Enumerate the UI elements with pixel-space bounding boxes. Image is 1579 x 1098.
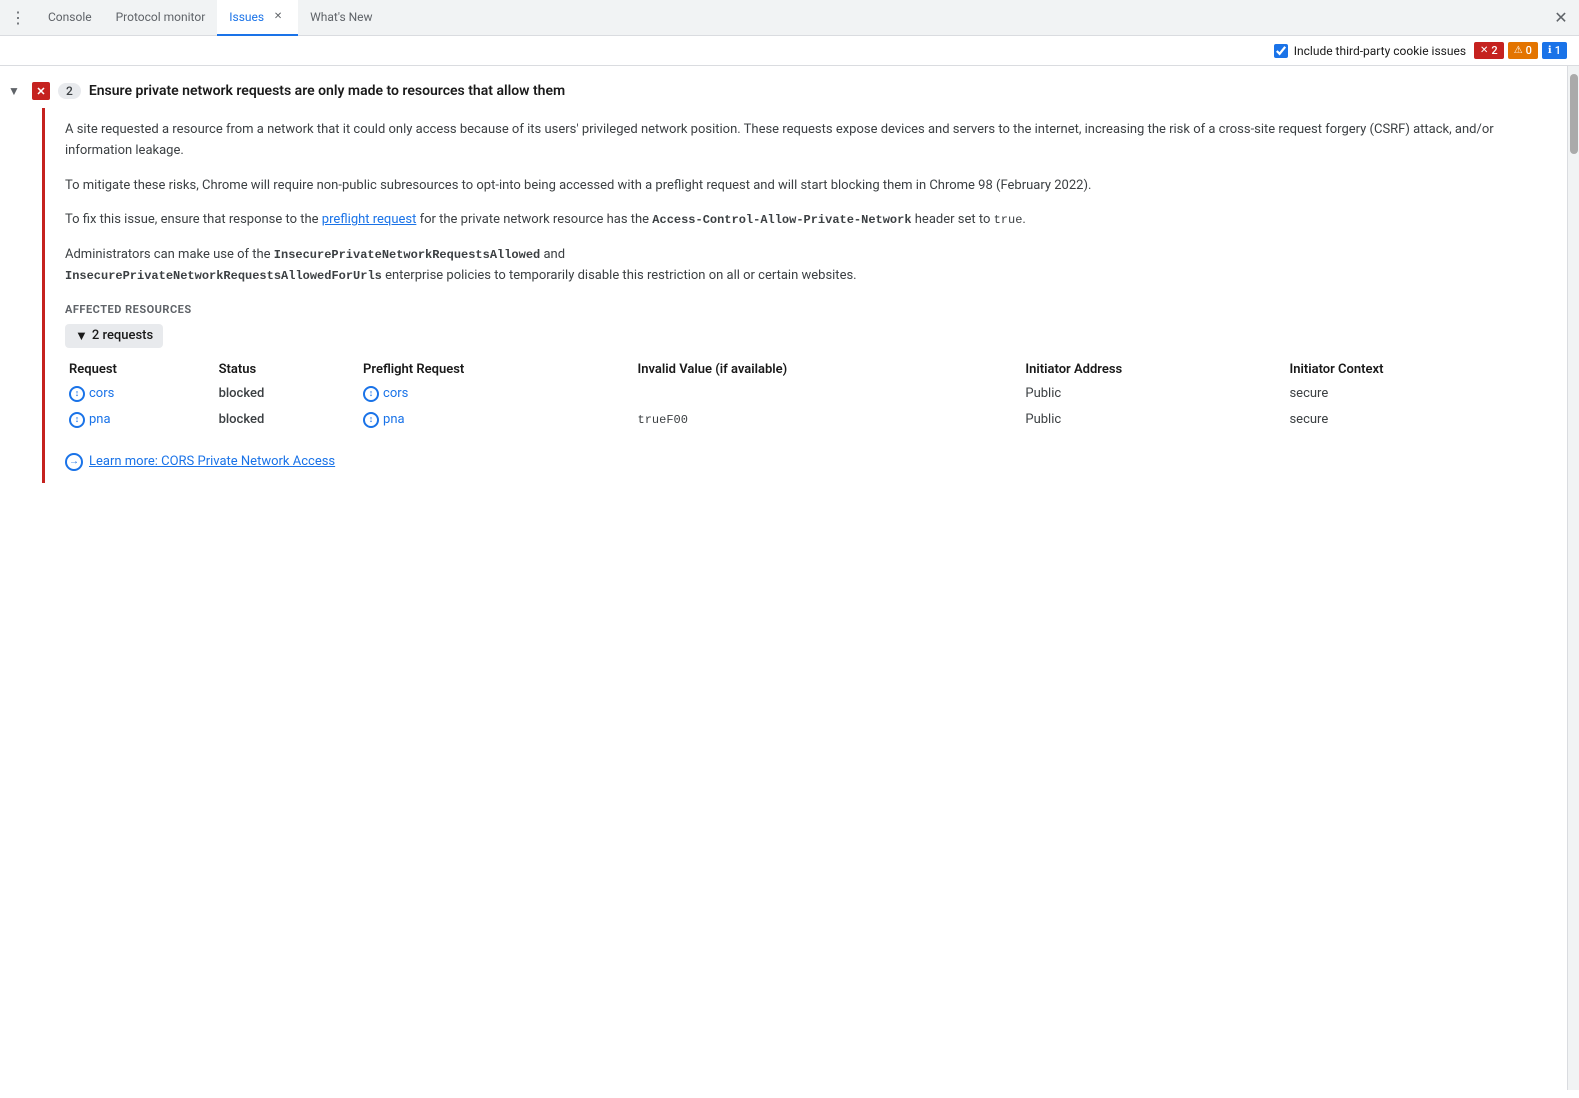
affected-resources-title: AFFECTED RESOURCES	[65, 303, 1543, 316]
warning-badge-icon: ⚠	[1514, 45, 1523, 56]
main-content: ▼ ✕ 2 Ensure private network requests ar…	[0, 66, 1579, 1090]
insecure-policy-code2: InsecurePrivateNetworkRequestsAllowedFor…	[65, 269, 382, 283]
request-pna-icon: ↕	[69, 412, 85, 428]
description-4-mid: and	[540, 247, 565, 262]
description-3-dot: .	[1022, 212, 1025, 227]
col-header-invalid-value: Invalid Value (if available)	[634, 358, 1022, 381]
error-badge-icon: ✕	[1480, 45, 1488, 56]
tab-issues-close[interactable]: ✕	[270, 9, 286, 25]
affected-resources: AFFECTED RESOURCES ▼ 2 requests Request …	[65, 303, 1543, 433]
col-header-preflight: Preflight Request	[359, 358, 633, 381]
status-pna: blocked	[215, 407, 359, 433]
info-badge-count: 1	[1555, 44, 1561, 57]
issue-description: A site requested a resource from a netwo…	[65, 120, 1543, 287]
third-party-cookie-checkbox[interactable]	[1274, 44, 1288, 58]
description-3-post: for the private network resource has the	[416, 212, 652, 227]
preflight-cors-link[interactable]: ↕ cors	[363, 386, 621, 402]
request-pna-link[interactable]: ↕ pna	[69, 412, 203, 428]
learn-more-arrow-icon: →	[65, 453, 83, 471]
requests-toggle-label: 2 requests	[92, 328, 153, 343]
description-2: To mitigate these risks, Chrome will req…	[65, 178, 1091, 193]
initiator-context-cors: secure	[1285, 381, 1543, 407]
issue-error-icon: ✕	[32, 82, 50, 100]
table-row: ↕ pna blocked ↕ pna	[65, 407, 1543, 433]
preflight-pna-label: pna	[383, 412, 405, 427]
tab-bar: ⋮ Console Protocol monitor Issues ✕ What…	[0, 0, 1579, 36]
access-control-code: Access-Control-Allow-Private-Network	[652, 213, 911, 227]
invalid-value-cors	[634, 381, 1022, 407]
col-header-status: Status	[215, 358, 359, 381]
initiator-address-pna: Public	[1021, 407, 1285, 433]
initiator-address-cors: Public	[1021, 381, 1285, 407]
description-3-end: header set to	[912, 212, 994, 227]
true-code: true	[994, 213, 1023, 227]
warning-badge-count: 0	[1526, 44, 1532, 57]
request-cors-link[interactable]: ↕ cors	[69, 386, 203, 402]
description-4-post: enterprise policies to temporarily disab…	[382, 268, 857, 283]
requests-toggle[interactable]: ▼ 2 requests	[65, 324, 163, 348]
toolbar: Include third-party cookie issues ✕ 2 ⚠ …	[0, 36, 1579, 66]
invalid-value-pna: trueF00	[634, 407, 1022, 433]
info-badge[interactable]: ℹ 1	[1542, 42, 1567, 59]
preflight-request-link[interactable]: preflight request	[322, 212, 417, 227]
issue-title: Ensure private network requests are only…	[89, 83, 565, 99]
tab-whats-new-label: What's New	[310, 10, 372, 24]
issue-chevron-icon: ▼	[8, 84, 24, 98]
tab-console[interactable]: Console	[36, 0, 104, 36]
learn-more: → Learn more: CORS Private Network Acces…	[65, 453, 1543, 471]
request-cors-label: cors	[89, 386, 114, 401]
learn-more-link[interactable]: Learn more: CORS Private Network Access	[89, 454, 335, 469]
status-cors: blocked	[215, 381, 359, 407]
preflight-cors-icon: ↕	[363, 386, 379, 402]
table-header-row: Request Status Preflight Request Invalid…	[65, 358, 1543, 381]
tab-protocol-monitor-label: Protocol monitor	[116, 10, 206, 24]
error-badge-count: 2	[1491, 44, 1497, 57]
issue-body: A site requested a resource from a netwo…	[42, 108, 1567, 483]
requests-table: Request Status Preflight Request Invalid…	[65, 358, 1543, 433]
col-header-initiator-address: Initiator Address	[1021, 358, 1285, 381]
issue-group: ▼ ✕ 2 Ensure private network requests ar…	[0, 74, 1567, 483]
error-badge[interactable]: ✕ 2	[1474, 42, 1504, 59]
initiator-context-pna: secure	[1285, 407, 1543, 433]
preflight-pna-icon: ↕	[363, 412, 379, 428]
scrollbar-thumb[interactable]	[1570, 74, 1578, 154]
issue-count-badge: 2	[58, 83, 81, 99]
tab-issues-label: Issues	[229, 10, 264, 24]
tab-protocol-monitor[interactable]: Protocol monitor	[104, 0, 218, 36]
table-row: ↕ cors blocked ↕ cors	[65, 381, 1543, 407]
col-header-request: Request	[65, 358, 215, 381]
preflight-pna-link[interactable]: ↕ pna	[363, 412, 621, 428]
scrollbar[interactable]	[1567, 66, 1579, 1090]
description-3-pre: To fix this issue, ensure that response …	[65, 212, 322, 227]
issue-badges: ✕ 2 ⚠ 0 ℹ 1	[1474, 42, 1567, 59]
issue-header[interactable]: ▼ ✕ 2 Ensure private network requests ar…	[0, 74, 1567, 108]
tab-whats-new[interactable]: What's New	[298, 0, 384, 36]
info-badge-icon: ℹ	[1548, 45, 1552, 56]
request-cors-icon: ↕	[69, 386, 85, 402]
issues-panel: ▼ ✕ 2 Ensure private network requests ar…	[0, 66, 1567, 1090]
tab-console-label: Console	[48, 10, 92, 24]
devtools-close-button[interactable]: ✕	[1547, 4, 1575, 32]
tab-issues[interactable]: Issues ✕	[217, 0, 298, 36]
third-party-cookie-label: Include third-party cookie issues	[1294, 44, 1466, 58]
preflight-cors-label: cors	[383, 386, 408, 401]
col-header-initiator-context: Initiator Context	[1285, 358, 1543, 381]
third-party-cookie-checkbox-label[interactable]: Include third-party cookie issues	[1274, 44, 1466, 58]
more-tabs-icon[interactable]: ⋮	[4, 4, 32, 32]
insecure-policy-code1: InsecurePrivateNetworkRequestsAllowed	[274, 248, 540, 262]
warning-badge[interactable]: ⚠ 0	[1508, 42, 1538, 59]
description-4-pre: Administrators can make use of the	[65, 247, 274, 262]
request-pna-label: pna	[89, 412, 111, 427]
description-1: A site requested a resource from a netwo…	[65, 122, 1494, 158]
requests-toggle-chevron: ▼	[75, 328, 88, 344]
